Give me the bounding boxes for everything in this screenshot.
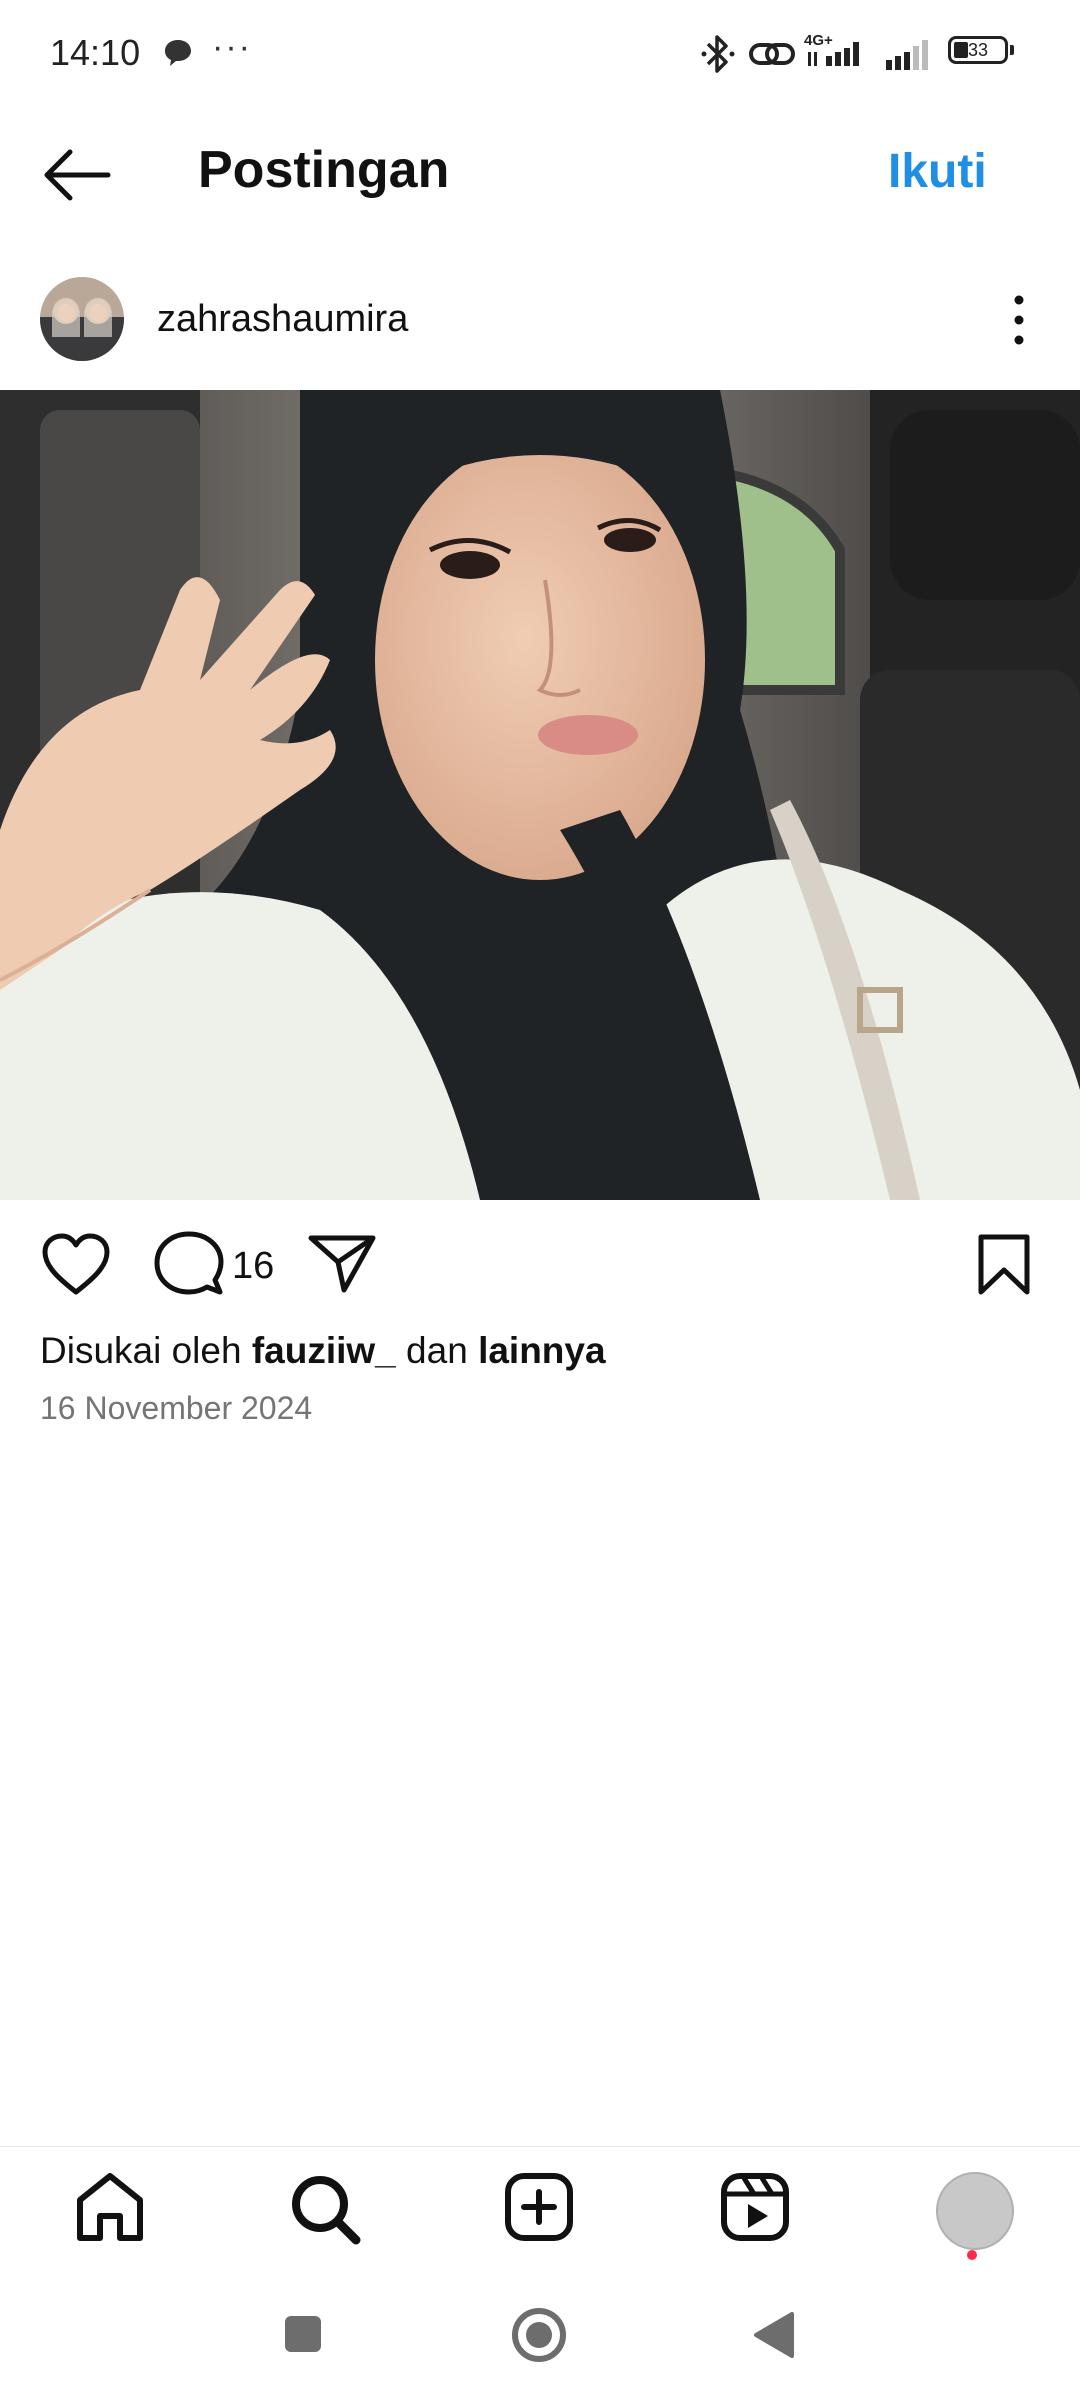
system-home-button[interactable] bbox=[510, 2306, 568, 2369]
battery-level: 33 bbox=[967, 40, 989, 60]
likes-summary: Disukai oleh fauziiw_ dan lainnya bbox=[40, 1330, 606, 1372]
likes-prefix: Disukai oleh bbox=[40, 1330, 252, 1371]
cellular-signal-2-icon bbox=[882, 30, 938, 83]
chat-notification-icon bbox=[163, 38, 193, 73]
nav-reels-button[interactable] bbox=[716, 2170, 796, 2246]
post-date: 16 November 2024 bbox=[40, 1390, 313, 1426]
comment-count[interactable]: 16 bbox=[232, 1245, 274, 1288]
system-recents-button[interactable] bbox=[283, 2314, 323, 2359]
add-post-icon bbox=[500, 2173, 580, 2250]
paper-plane-icon bbox=[306, 1235, 378, 1300]
bookmark-icon bbox=[976, 1234, 1032, 1302]
likes-conjunction: dan bbox=[395, 1330, 479, 1371]
search-icon bbox=[284, 2176, 364, 2250]
network-type-label: 4G+ bbox=[804, 32, 833, 49]
more-options-button[interactable] bbox=[1000, 290, 1038, 350]
post-image[interactable] bbox=[0, 390, 1080, 1200]
nav-profile-avatar[interactable] bbox=[936, 2172, 1014, 2250]
vertical-dots-icon bbox=[1000, 295, 1038, 354]
page-title: Postingan bbox=[198, 141, 450, 199]
heart-icon bbox=[40, 1233, 112, 1302]
home-icon bbox=[70, 2173, 150, 2250]
status-bar: 14:10 ··· 4G+ 33 bbox=[0, 0, 1080, 110]
share-button[interactable] bbox=[306, 1232, 378, 1296]
user-avatar[interactable] bbox=[40, 277, 124, 361]
likes-others-link[interactable]: lainnya bbox=[478, 1330, 606, 1371]
back-button[interactable] bbox=[40, 140, 120, 210]
system-back-button[interactable] bbox=[752, 2310, 796, 2365]
cellular-signal-1-icon: 4G+ bbox=[804, 26, 874, 79]
status-more-indicator: ··· bbox=[212, 28, 252, 66]
link-icon bbox=[748, 36, 796, 77]
comment-bubble-icon bbox=[152, 1231, 226, 1304]
status-time: 14:10 bbox=[50, 32, 141, 73]
like-button[interactable] bbox=[40, 1232, 112, 1298]
post-username[interactable]: zahrashaumira bbox=[157, 298, 408, 341]
liked-by-user-link[interactable]: fauziiw_ bbox=[252, 1330, 396, 1371]
nav-search-button[interactable] bbox=[284, 2170, 364, 2246]
bluetooth-icon bbox=[698, 30, 738, 83]
nav-home-button[interactable] bbox=[70, 2170, 150, 2246]
circle-icon bbox=[510, 2308, 568, 2368]
follow-button[interactable]: Ikuti bbox=[888, 144, 987, 199]
profile-notification-dot bbox=[967, 2250, 977, 2260]
arrow-left-icon bbox=[40, 149, 120, 214]
square-icon bbox=[283, 2316, 323, 2358]
comment-button[interactable] bbox=[152, 1230, 226, 1300]
save-button[interactable] bbox=[976, 1232, 1032, 1298]
battery-icon: 33 bbox=[948, 36, 1014, 64]
nav-create-button[interactable] bbox=[500, 2170, 580, 2246]
triangle-back-icon bbox=[752, 2312, 796, 2364]
reels-icon bbox=[716, 2173, 796, 2250]
